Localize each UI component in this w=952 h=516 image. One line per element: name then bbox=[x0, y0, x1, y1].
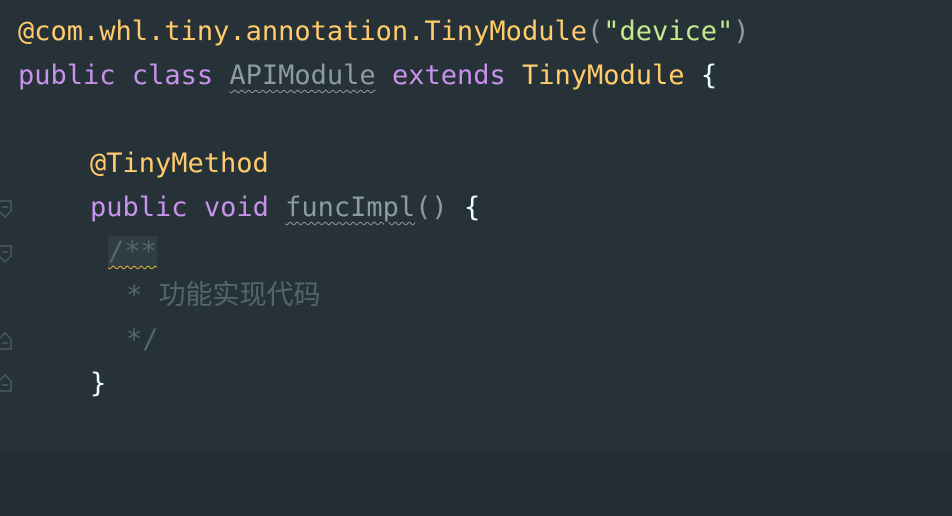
method-close-brace: } bbox=[90, 368, 107, 399]
code-line-class-declaration[interactable]: public class APIModule extends TinyModul… bbox=[18, 54, 717, 98]
annotation-name: TinyModule bbox=[424, 16, 587, 47]
annotation-at: @ bbox=[18, 16, 35, 47]
code-editor[interactable]: @com.whl.tiny.annotation.TinyModule("dev… bbox=[0, 0, 952, 516]
doc-comment-close: */ bbox=[126, 324, 159, 355]
keyword-class: class bbox=[131, 60, 214, 91]
annotation-argument: "device" bbox=[603, 16, 734, 47]
keyword-extends: extends bbox=[391, 60, 506, 91]
method-name[interactable]: funcImpl bbox=[285, 192, 415, 223]
keyword-public: public bbox=[90, 192, 188, 223]
editor-footer-band bbox=[0, 450, 952, 516]
annotation-open-paren: ( bbox=[586, 16, 604, 47]
keyword-public: public bbox=[18, 60, 116, 91]
annotation-package: com.whl.tiny.annotation. bbox=[34, 16, 425, 47]
annotation-close-paren: ) bbox=[733, 16, 750, 47]
method-annotation: @TinyMethod bbox=[90, 148, 269, 179]
keyword-void: void bbox=[203, 192, 269, 223]
code-line-comment-close[interactable]: */ bbox=[126, 318, 159, 362]
doc-comment-open: /** bbox=[108, 236, 157, 267]
code-line-module-annotation[interactable]: @com.whl.tiny.annotation.TinyModule("dev… bbox=[18, 10, 750, 54]
method-open-brace: { bbox=[463, 192, 481, 223]
code-line-method-close[interactable]: } bbox=[90, 362, 106, 406]
fold-marker-icon[interactable] bbox=[0, 374, 12, 392]
fold-marker-icon[interactable] bbox=[0, 200, 12, 218]
parent-class-name[interactable]: TinyModule bbox=[522, 60, 685, 91]
code-line-comment-body[interactable]: * 功能实现代码 bbox=[126, 274, 321, 318]
code-line-method-annotation[interactable]: @TinyMethod bbox=[90, 142, 269, 186]
doc-comment-star: * bbox=[126, 280, 143, 311]
code-line-method-declaration[interactable]: public void funcImpl() { bbox=[90, 186, 480, 230]
fold-marker-icon[interactable] bbox=[0, 332, 12, 350]
fold-marker-icon[interactable] bbox=[0, 245, 12, 263]
class-name[interactable]: APIModule bbox=[229, 60, 375, 91]
doc-comment-text: 功能实现代码 bbox=[158, 280, 321, 311]
class-open-brace: { bbox=[700, 60, 718, 91]
code-line-comment-open[interactable]: /** bbox=[108, 230, 157, 274]
method-parens: () bbox=[415, 192, 448, 223]
